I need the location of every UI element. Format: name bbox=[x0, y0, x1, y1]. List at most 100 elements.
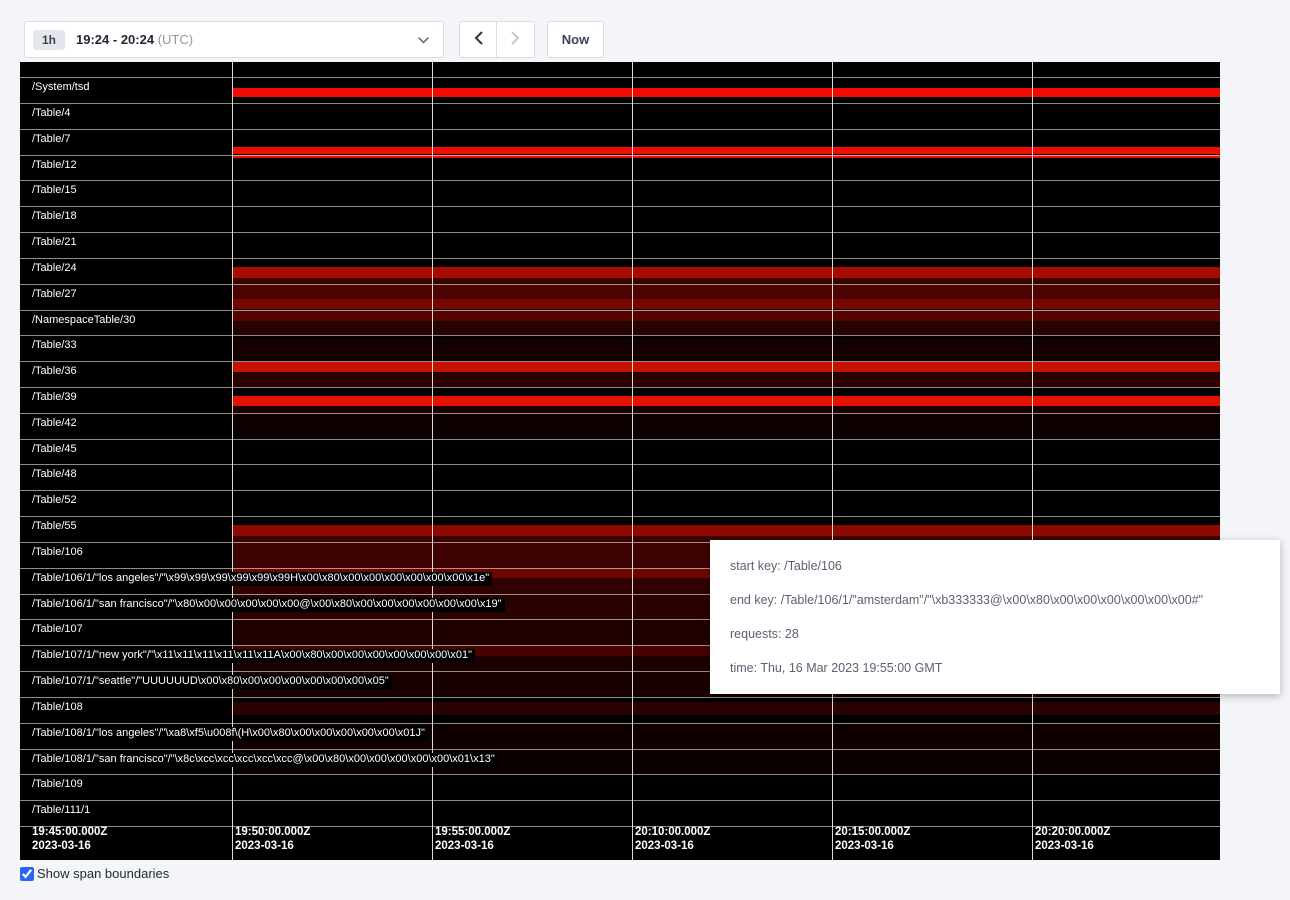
show-span-boundaries-control[interactable]: Show span boundaries bbox=[20, 866, 169, 881]
range-label: 19:24 - 20:24 (UTC) bbox=[76, 32, 418, 47]
heat-band[interactable] bbox=[233, 88, 1220, 97]
heat-band[interactable] bbox=[233, 525, 1220, 536]
span-boundaries-label: Show span boundaries bbox=[37, 866, 169, 881]
row-label: /Table/107/1/"seattle"/"UUUUUUD\x00\x80\… bbox=[32, 675, 392, 689]
x-axis-date: 2023-03-16 bbox=[235, 839, 310, 853]
chevron-left-icon bbox=[474, 31, 483, 48]
x-axis-date: 2023-03-16 bbox=[635, 839, 710, 853]
time-range-selector[interactable]: 1h 19:24 - 20:24 (UTC) bbox=[24, 21, 444, 58]
chevron-right-icon bbox=[511, 31, 520, 48]
row-label: /NamespaceTable/30 bbox=[32, 314, 138, 328]
row-label: /Table/33 bbox=[32, 339, 80, 353]
row-label: /Table/106/1/"san francisco"/"\x80\x00\x… bbox=[32, 598, 505, 612]
span-boundary-line bbox=[20, 310, 1220, 311]
span-boundary-line bbox=[20, 774, 1220, 775]
row-label: /Table/24 bbox=[32, 262, 80, 276]
row-label: /Table/21 bbox=[32, 236, 80, 250]
span-boundary-line bbox=[20, 284, 1220, 285]
now-button[interactable]: Now bbox=[547, 21, 604, 58]
range-text: 19:24 - 20:24 bbox=[76, 32, 154, 47]
tooltip-time: time: Thu, 16 Mar 2023 19:55:00 GMT bbox=[730, 661, 1260, 675]
range-duration-badge: 1h bbox=[33, 30, 65, 50]
row-label: /Table/4 bbox=[32, 107, 74, 121]
span-boundary-line bbox=[20, 464, 1220, 465]
span-boundary-line bbox=[20, 103, 1220, 104]
heat-band[interactable] bbox=[233, 338, 1220, 361]
x-axis-label: 20:15:00.000Z2023-03-16 bbox=[835, 825, 910, 853]
row-label: /Table/12 bbox=[32, 159, 80, 173]
heat-band[interactable] bbox=[233, 299, 1220, 310]
span-boundaries-checkbox[interactable] bbox=[20, 867, 34, 881]
row-label: /Table/45 bbox=[32, 443, 80, 457]
heat-band[interactable] bbox=[233, 396, 1220, 406]
row-label: /Table/15 bbox=[32, 184, 80, 198]
heat-band[interactable] bbox=[233, 147, 1220, 155]
x-axis-time: 20:10:00.000Z bbox=[635, 825, 710, 839]
key-visualizer-page: { "toolbar": { "range_badge": "1h", "ran… bbox=[0, 0, 1290, 900]
heat-band[interactable] bbox=[233, 362, 1220, 372]
heat-band[interactable] bbox=[233, 284, 1220, 299]
heat-band[interactable] bbox=[233, 406, 1220, 413]
span-boundary-line bbox=[20, 439, 1220, 440]
key-visualizer-canvas[interactable]: /System/tsd/Table/4/Table/7/Table/12/Tab… bbox=[20, 62, 1220, 860]
next-time-button[interactable] bbox=[497, 21, 535, 58]
time-gridline bbox=[632, 62, 633, 860]
row-label: /Table/107/1/"new york"/"\x11\x11\x11\x1… bbox=[32, 649, 475, 663]
span-boundary-line bbox=[20, 800, 1220, 801]
tooltip-start-key: start key: /Table/106 bbox=[730, 559, 1260, 573]
time-gridline bbox=[832, 62, 833, 860]
span-boundary-line bbox=[20, 749, 1220, 750]
x-axis-date: 2023-03-16 bbox=[835, 839, 910, 853]
row-label: /Table/27 bbox=[32, 288, 80, 302]
span-boundary-line bbox=[20, 180, 1220, 181]
x-axis-time: 19:50:00.000Z bbox=[235, 825, 310, 839]
heat-band[interactable] bbox=[233, 267, 1220, 278]
x-axis-date: 2023-03-16 bbox=[435, 839, 510, 853]
time-gridline bbox=[1032, 62, 1033, 860]
tooltip-requests: requests: 28 bbox=[730, 627, 1260, 641]
row-label: /System/tsd bbox=[32, 81, 92, 95]
row-label: /Table/107 bbox=[32, 623, 86, 637]
chevron-down-icon bbox=[418, 31, 429, 49]
span-boundary-line bbox=[20, 155, 1220, 156]
row-label: /Table/39 bbox=[32, 391, 80, 405]
row-label: /Table/106/1/"los angeles"/"\x99\x99\x99… bbox=[32, 572, 492, 586]
row-label: /Table/111/1 bbox=[32, 804, 93, 818]
heat-band[interactable] bbox=[233, 310, 1220, 322]
row-label: /Table/108/1/"los angeles"/"\xa8\xf5\u00… bbox=[32, 727, 428, 741]
heat-band[interactable] bbox=[233, 321, 1220, 335]
heat-band[interactable] bbox=[233, 413, 1220, 439]
x-axis-time: 19:55:00.000Z bbox=[435, 825, 510, 839]
row-label: /Table/7 bbox=[32, 133, 74, 147]
heat-band[interactable] bbox=[233, 702, 1220, 715]
row-label: /Table/42 bbox=[32, 417, 80, 431]
toolbar: 1h 19:24 - 20:24 (UTC) Now bbox=[24, 21, 604, 58]
x-axis-label: 19:50:00.000Z2023-03-16 bbox=[235, 825, 310, 853]
x-axis-label: 20:10:00.000Z2023-03-16 bbox=[635, 825, 710, 853]
span-boundary-line bbox=[20, 490, 1220, 491]
span-boundary-line bbox=[20, 387, 1220, 388]
row-label: /Table/55 bbox=[32, 520, 80, 534]
x-axis-label: 19:45:00.000Z2023-03-16 bbox=[32, 825, 107, 853]
x-axis-label: 20:20:00.000Z2023-03-16 bbox=[1035, 825, 1110, 853]
x-axis-time: 20:20:00.000Z bbox=[1035, 825, 1110, 839]
x-axis-time: 19:45:00.000Z bbox=[32, 825, 107, 839]
hover-tooltip: start key: /Table/106 end key: /Table/10… bbox=[710, 540, 1280, 694]
time-gridline bbox=[432, 62, 433, 860]
span-boundary-line bbox=[20, 206, 1220, 207]
span-boundary-line bbox=[20, 232, 1220, 233]
range-timezone: (UTC) bbox=[158, 32, 193, 47]
row-label: /Table/48 bbox=[32, 468, 80, 482]
x-axis-time: 20:15:00.000Z bbox=[835, 825, 910, 839]
row-label: /Table/109 bbox=[32, 778, 86, 792]
tooltip-end-key: end key: /Table/106/1/"amsterdam"/"\xb33… bbox=[730, 593, 1260, 607]
span-boundary-line bbox=[20, 697, 1220, 698]
row-label: /Table/18 bbox=[32, 210, 80, 224]
prev-time-button[interactable] bbox=[459, 21, 497, 58]
span-boundary-line bbox=[20, 258, 1220, 259]
x-axis-date: 2023-03-16 bbox=[32, 839, 107, 853]
span-boundary-line bbox=[20, 413, 1220, 414]
span-boundary-line bbox=[20, 335, 1220, 336]
row-label: /Table/108 bbox=[32, 701, 86, 715]
heat-band[interactable] bbox=[233, 373, 1220, 388]
